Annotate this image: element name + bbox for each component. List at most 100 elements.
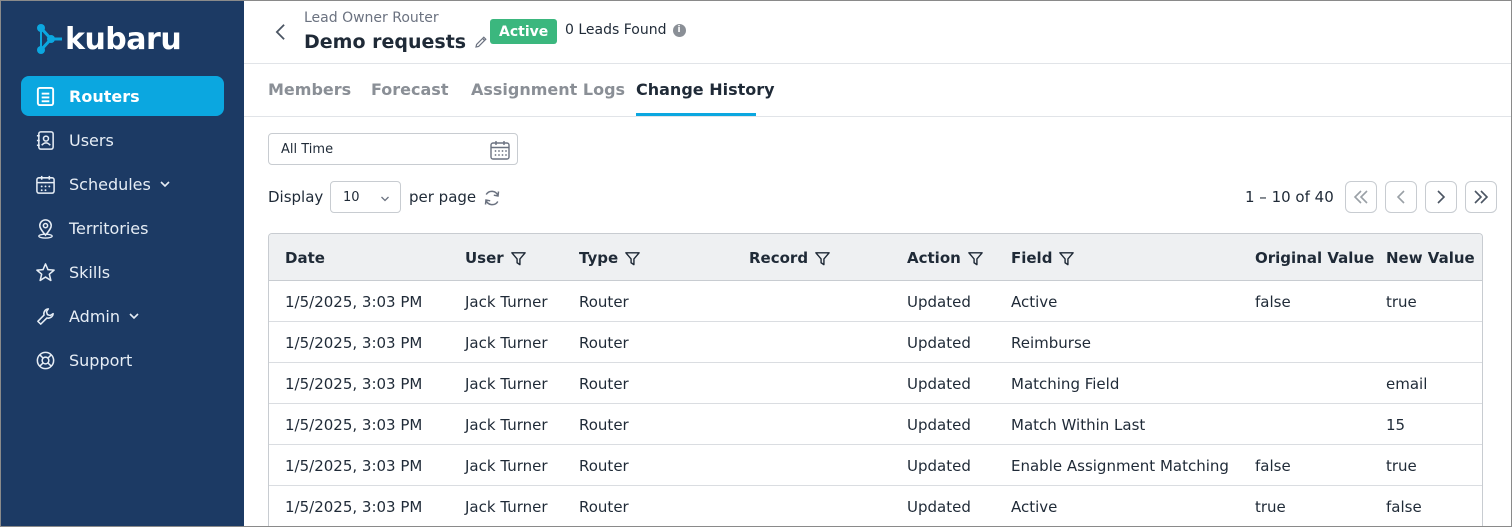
page-header: Lead Owner Router Demo requests Active 0… [244, 1, 1511, 64]
sidebar-item-schedules[interactable]: Schedules [21, 164, 224, 204]
tab-members[interactable]: Members [268, 80, 351, 99]
table-cell: Router [579, 457, 629, 475]
sidebar-item-routers[interactable]: Routers [21, 76, 224, 116]
per-page-value: 10 [343, 189, 360, 205]
table-cell: Reimburse [1011, 334, 1091, 352]
column-header-action[interactable]: Action [907, 249, 984, 267]
date-range-value: All Time [281, 141, 334, 157]
table-cell: Active [1011, 293, 1058, 311]
sidebar-item-label: Territories [69, 218, 149, 238]
previous-page-button[interactable] [1385, 181, 1417, 213]
column-header-user[interactable]: User [465, 249, 527, 267]
wrench-icon [34, 305, 56, 327]
per-page-select[interactable]: 10 [330, 181, 401, 213]
tab-forecast[interactable]: Forecast [371, 80, 448, 99]
chevron-down-icon [159, 178, 171, 190]
chevron-down-icon [128, 310, 140, 322]
column-label: Original Value [1255, 249, 1375, 267]
table-cell: 1/5/2025, 3:03 PM [285, 375, 423, 393]
table-cell: Updated [907, 457, 971, 475]
first-page-button[interactable] [1345, 181, 1377, 213]
table-cell: true [1386, 457, 1417, 475]
logo[interactable]: kubaru [35, 19, 182, 59]
table-cell: Router [579, 498, 629, 516]
tab-assignment-logs[interactable]: Assignment Logs [471, 80, 625, 99]
brand-name: kubaru [65, 21, 182, 57]
table-row[interactable]: 1/5/2025, 3:03 PM Jack Turner Router Update… [269, 322, 1482, 363]
tab-change-history[interactable]: Change History [636, 80, 775, 99]
table-row[interactable]: 1/5/2025, 3:03 PM Jack Turner Router Update… [269, 281, 1482, 322]
table-cell: Jack Turner [465, 416, 548, 434]
column-label: User [465, 249, 504, 267]
next-page-button[interactable] [1425, 181, 1457, 213]
filter-icon[interactable] [624, 250, 641, 267]
sidebar-item-label: Routers [69, 86, 140, 106]
contact-book-icon [34, 129, 56, 151]
chevron-left-icon [275, 24, 285, 40]
column-header-record[interactable]: Record [749, 249, 831, 267]
chevron-left-icon [1396, 190, 1405, 204]
table-cell: Jack Turner [465, 334, 548, 352]
double-chevron-left-icon [1353, 190, 1368, 204]
table-cell: Updated [907, 416, 971, 434]
chevron-right-icon [1437, 190, 1446, 204]
table-cell: Updated [907, 375, 971, 393]
calendar-icon [34, 173, 56, 195]
filter-icon[interactable] [967, 250, 984, 267]
last-page-button[interactable] [1465, 181, 1497, 213]
table-row[interactable]: 1/5/2025, 3:03 PM Jack Turner Router Update… [269, 445, 1482, 486]
pagination-range: 1 – 10 of 40 [1245, 188, 1334, 206]
sidebar: kubaru Routers Users Schedules Territori… [1, 1, 244, 526]
filter-icon[interactable] [510, 250, 527, 267]
table-row[interactable]: 1/5/2025, 3:03 PM Jack Turner Router Update… [269, 363, 1482, 404]
sidebar-item-label: Admin [69, 306, 120, 326]
chevron-down-icon [380, 193, 390, 203]
table-cell: Jack Turner [465, 375, 548, 393]
column-header-field[interactable]: Field [1011, 249, 1075, 267]
table-cell: 1/5/2025, 3:03 PM [285, 457, 423, 475]
sidebar-item-territories[interactable]: Territories [21, 208, 224, 248]
sidebar-item-label: Schedules [69, 174, 151, 194]
info-icon[interactable]: i [672, 23, 686, 37]
sidebar-item-support[interactable]: Support [21, 340, 224, 380]
breadcrumb[interactable]: Lead Owner Router [304, 10, 439, 26]
router-name: Demo requests [304, 31, 467, 53]
sidebar-item-label: Support [69, 350, 133, 370]
table-cell: Jack Turner [465, 498, 548, 516]
column-label: Record [749, 249, 809, 267]
column-label: Date [285, 249, 325, 267]
column-header-new-value[interactable]: New Value [1386, 249, 1475, 267]
table-row[interactable]: 1/5/2025, 3:03 PM Jack Turner Router Update… [269, 404, 1482, 445]
column-header-original-value[interactable]: Original Value [1255, 249, 1374, 267]
calendar-icon [489, 139, 511, 161]
sidebar-item-users[interactable]: Users [21, 120, 224, 160]
filter-icon[interactable] [1058, 250, 1075, 267]
table-header: Date User Type Record Action Field Origi… [269, 234, 1482, 281]
table-cell: false [1255, 293, 1291, 311]
date-range-picker[interactable]: All Time [268, 133, 518, 165]
table-cell: true [1255, 498, 1286, 516]
column-header-date[interactable]: Date [285, 249, 325, 267]
page-title: Demo requests [304, 31, 488, 53]
column-label: Field [1011, 249, 1053, 267]
table-cell: Updated [907, 293, 971, 311]
kubaru-logo-icon [37, 24, 62, 54]
leads-found: 0 Leads Found i [565, 22, 686, 38]
table-cell: Jack Turner [465, 293, 548, 311]
pencil-icon[interactable] [474, 35, 488, 49]
table-cell: Updated [907, 498, 971, 516]
table-cell: Enable Assignment Matching [1011, 457, 1229, 475]
table-cell: Router [579, 334, 629, 352]
table-cell: 1/5/2025, 3:03 PM [285, 293, 423, 311]
refresh-icon[interactable] [482, 188, 502, 208]
sidebar-nav: Routers Users Schedules Territories Skil… [21, 76, 224, 384]
tab-bar: Members Forecast Assignment Logs Change … [244, 64, 1511, 117]
filter-icon[interactable] [814, 250, 831, 267]
display-label: Display [268, 188, 324, 206]
table-row[interactable]: 1/5/2025, 3:03 PM Jack Turner Router Update… [269, 486, 1482, 526]
back-button[interactable] [270, 21, 290, 43]
column-header-type[interactable]: Type [579, 249, 641, 267]
sidebar-item-label: Users [69, 130, 114, 150]
sidebar-item-admin[interactable]: Admin [21, 296, 224, 336]
sidebar-item-skills[interactable]: Skills [21, 252, 224, 292]
